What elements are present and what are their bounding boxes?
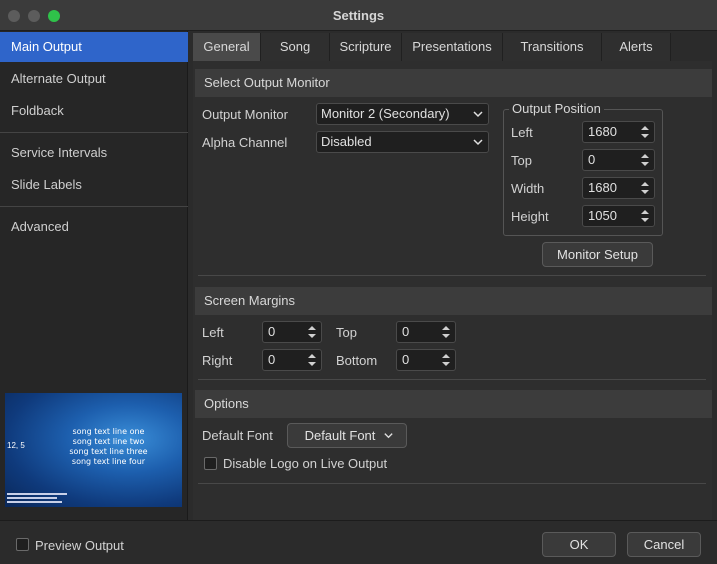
monitor-setup-button[interactable]: Monitor Setup <box>542 242 653 267</box>
margin-top-spinbox[interactable]: 0 <box>396 321 456 343</box>
sidebar-item-service-intervals[interactable]: Service Intervals <box>0 138 188 168</box>
output-monitor-label: Output Monitor <box>202 107 288 122</box>
section-divider <box>198 483 706 484</box>
output-preview-thumbnail: 12, 5 song text line one song text line … <box>5 393 182 507</box>
margin-top-label: Top <box>336 325 357 340</box>
position-height-label: Height <box>511 209 549 224</box>
alpha-channel-select[interactable]: Disabled <box>316 131 489 153</box>
preview-output-label: Preview Output <box>35 538 124 553</box>
tab-presentations[interactable]: Presentations <box>402 33 503 61</box>
preview-output-checkbox[interactable] <box>16 538 29 551</box>
position-left-spinbox[interactable]: 1680 <box>582 121 655 143</box>
stepper-arrows-icon[interactable] <box>439 352 453 368</box>
margin-left-value: 0 <box>268 324 276 339</box>
sidebar-item-advanced[interactable]: Advanced <box>0 212 188 242</box>
position-left-value: 1680 <box>588 124 617 139</box>
stepper-arrows-icon[interactable] <box>638 180 652 196</box>
output-monitor-value: Monitor 2 (Secondary) <box>321 106 450 121</box>
section-heading-options: Options <box>195 390 712 418</box>
preview-line: song text line four <box>71 457 146 466</box>
alpha-channel-label: Alpha Channel <box>202 135 288 150</box>
sidebar-item-foldback[interactable]: Foldback <box>0 96 188 126</box>
stepper-arrows-icon[interactable] <box>305 324 319 340</box>
position-height-spinbox[interactable]: 1050 <box>582 205 655 227</box>
position-width-label: Width <box>511 181 545 196</box>
margin-bottom-spinbox[interactable]: 0 <box>396 349 456 371</box>
preview-song-text: song text line one song text line two so… <box>35 427 182 467</box>
margin-left-spinbox[interactable]: 0 <box>262 321 322 343</box>
margin-bottom-value: 0 <box>402 352 410 367</box>
disable-logo-label: Disable Logo on Live Output <box>223 456 388 471</box>
sidebar: Main Output Alternate Output Foldback Se… <box>0 31 188 520</box>
stepper-arrows-icon[interactable] <box>439 324 453 340</box>
preview-line: song text line one <box>72 427 145 436</box>
position-top-label: Top <box>511 153 532 168</box>
position-top-value: 0 <box>588 152 596 167</box>
position-top-spinbox[interactable]: 0 <box>582 149 655 171</box>
margin-right-label: Right <box>202 353 233 368</box>
sidebar-item-main-output[interactable]: Main Output <box>0 32 188 62</box>
chevron-down-icon <box>384 433 393 439</box>
section-heading-select-output-monitor: Select Output Monitor <box>195 69 712 97</box>
chevron-down-icon <box>473 139 483 146</box>
section-divider <box>198 379 706 380</box>
margin-right-spinbox[interactable]: 0 <box>262 349 322 371</box>
stepper-arrows-icon[interactable] <box>638 124 652 140</box>
output-position-title: Output Position <box>509 101 604 116</box>
sidebar-item-slide-labels[interactable]: Slide Labels <box>0 170 188 200</box>
sidebar-divider <box>0 132 188 133</box>
window-title: Settings <box>332 8 385 23</box>
position-height-value: 1050 <box>588 208 617 223</box>
tab-scripture[interactable]: Scripture <box>330 33 402 61</box>
tab-alerts[interactable]: Alerts <box>602 33 671 61</box>
tab-song[interactable]: Song <box>261 33 330 61</box>
section-divider <box>198 275 706 276</box>
stepper-arrows-icon[interactable] <box>638 152 652 168</box>
chevron-down-icon <box>473 111 483 118</box>
position-width-value: 1680 <box>588 180 617 195</box>
margin-top-value: 0 <box>402 324 410 339</box>
preview-line: song text line three <box>69 447 148 456</box>
preview-line: song text line two <box>72 437 145 446</box>
position-width-spinbox[interactable]: 1680 <box>582 177 655 199</box>
sidebar-divider <box>0 206 188 207</box>
stepper-arrows-icon[interactable] <box>305 352 319 368</box>
default-font-label: Default Font <box>202 428 273 443</box>
margin-left-label: Left <box>202 325 224 340</box>
margin-right-value: 0 <box>268 352 276 367</box>
cancel-button[interactable]: Cancel <box>627 532 701 557</box>
margin-bottom-label: Bottom <box>336 353 378 368</box>
position-left-label: Left <box>511 125 533 140</box>
preview-copyright-footer <box>7 493 67 503</box>
footer-bar: Preview Output OK Cancel <box>0 520 717 564</box>
tab-transitions[interactable]: Transitions <box>503 33 602 61</box>
preview-coords: 12, 5 <box>7 441 25 450</box>
disable-logo-checkbox[interactable] <box>204 457 217 470</box>
tab-general[interactable]: General <box>193 33 261 61</box>
ok-button[interactable]: OK <box>542 532 616 557</box>
output-monitor-select[interactable]: Monitor 2 (Secondary) <box>316 103 489 125</box>
stepper-arrows-icon[interactable] <box>638 208 652 224</box>
default-font-button-label: Default Font <box>304 428 376 443</box>
default-font-button[interactable]: Default Font <box>287 423 407 448</box>
section-heading-screen-margins: Screen Margins <box>195 287 712 315</box>
alpha-channel-value: Disabled <box>321 134 372 149</box>
title-bar: Settings <box>0 0 717 31</box>
sidebar-item-alternate-output[interactable]: Alternate Output <box>0 64 188 94</box>
